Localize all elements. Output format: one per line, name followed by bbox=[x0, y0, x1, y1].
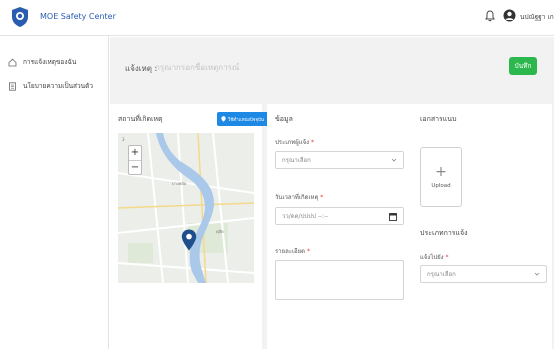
bell-icon[interactable] bbox=[485, 10, 495, 22]
svg-text:บางพลัด: บางพลัด bbox=[172, 181, 187, 186]
reporter-type-select[interactable]: กรุณาเลือก bbox=[275, 151, 404, 169]
subject-bar: แจ้งเหตุ : บันทึก bbox=[110, 37, 554, 99]
map-zoom-control: + − bbox=[128, 145, 142, 175]
user-avatar-icon[interactable] bbox=[503, 9, 516, 23]
chevron-down-icon bbox=[391, 158, 397, 162]
subject-label: แจ้งเหตุ : bbox=[125, 64, 158, 73]
reporter-type-value: กรุณาเลือก bbox=[282, 157, 311, 164]
user-name[interactable]: นปณัฐฐา เกลือเติมพันธ์ bbox=[520, 12, 554, 22]
info-title: ข้อมูล bbox=[275, 115, 293, 123]
report-to-label: แจ้งไปยัง * bbox=[420, 254, 449, 261]
calendar-icon[interactable] bbox=[389, 212, 397, 221]
app-title[interactable]: MOE Safety Center bbox=[40, 12, 116, 21]
sidebar: การแจ้งเหตุของฉัน นโยบายความเป็นส่วนตัว bbox=[0, 36, 109, 349]
use-current-location-label: ใช้ตำแหน่งปัจจุบัน bbox=[228, 117, 264, 123]
use-current-location-button[interactable]: ใช้ตำแหน่งปัจจุบัน bbox=[217, 112, 269, 126]
documents-panel: เอกสารแนบ + Upload ประเภทการแจ้ง แจ้งไปย… bbox=[410, 104, 552, 349]
location-panel: สถานที่เกิดเหตุ ใช้ตำแหน่งปัจจุบัน บางพล… bbox=[110, 104, 269, 349]
subject-input[interactable] bbox=[155, 59, 475, 75]
sidebar-item-my-reports[interactable]: การแจ้งเหตุของฉัน bbox=[8, 55, 76, 69]
home-icon bbox=[8, 58, 17, 66]
sidebar-item-privacy-policy[interactable]: นโยบายความเป็นส่วนตัว bbox=[8, 79, 93, 93]
datetime-label: วันเวลาที่เกิดเหตุ * bbox=[275, 194, 324, 201]
details-textarea[interactable] bbox=[275, 260, 404, 300]
details-label: รายละเอียด * bbox=[275, 248, 310, 255]
main-content: แจ้งเหตุ : บันทึก สถานที่เกิดเหตุ ใช้ตำแ… bbox=[110, 37, 554, 349]
map-marker-icon[interactable] bbox=[181, 229, 197, 251]
location-title: สถานที่เกิดเหตุ bbox=[118, 115, 163, 123]
upload-label: Upload bbox=[431, 183, 451, 189]
top-bar: MOE Safety Center นปณัฐฐา เกลือเติมพันธ์ bbox=[0, 0, 554, 36]
moe-logo-icon bbox=[12, 7, 28, 27]
chevron-down-icon bbox=[534, 272, 540, 276]
save-button[interactable]: บันทึก bbox=[509, 57, 537, 75]
sidebar-item-label: นโยบายความเป็นส่วนตัว bbox=[23, 82, 93, 90]
reporter-type-label: ประเภทผู้แจ้ง * bbox=[275, 139, 314, 146]
documents-title: เอกสารแนบ bbox=[420, 115, 457, 123]
location-pin-icon bbox=[221, 116, 226, 122]
zoom-out-button[interactable]: − bbox=[129, 160, 141, 174]
datetime-input[interactable]: วว/ดด/ปปปป --:-- bbox=[275, 207, 404, 225]
info-panel: ข้อมูล ประเภทผู้แจ้ง * กรุณาเลือก วันเวล… bbox=[267, 104, 412, 349]
report-type-title: ประเภทการแจ้ง bbox=[420, 229, 468, 237]
document-icon bbox=[9, 81, 16, 91]
report-to-value: กรุณาเลือก bbox=[427, 271, 456, 278]
report-to-select[interactable]: กรุณาเลือก bbox=[420, 265, 547, 283]
sidebar-item-label: การแจ้งเหตุของฉัน bbox=[23, 58, 77, 66]
zoom-in-button[interactable]: + bbox=[129, 146, 141, 160]
datetime-placeholder: วว/ดด/ปปปป --:-- bbox=[282, 213, 329, 220]
plus-icon: + bbox=[435, 164, 447, 180]
incident-map[interactable]: บางพลัด ดุสิต 3 + − bbox=[118, 133, 254, 283]
upload-button[interactable]: + Upload bbox=[420, 147, 462, 207]
